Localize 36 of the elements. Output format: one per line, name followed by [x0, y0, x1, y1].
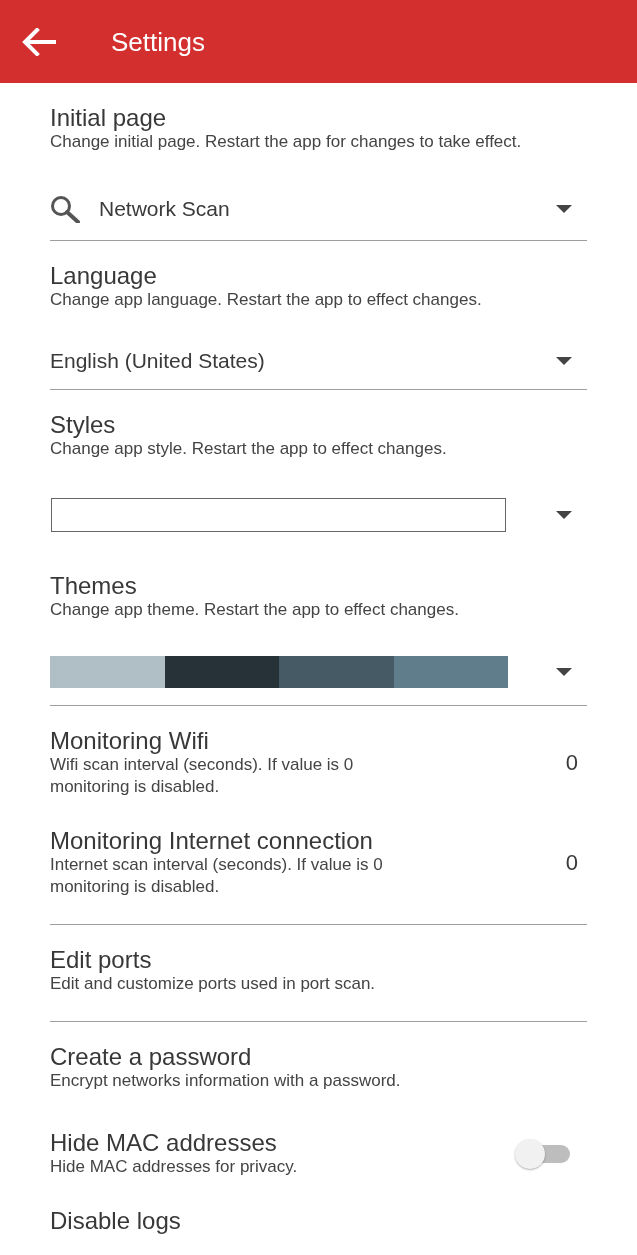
color-swatch[interactable] — [279, 656, 394, 688]
setting-title[interactable]: Themes — [50, 573, 587, 599]
back-arrow-icon[interactable] — [22, 27, 56, 56]
setting-title[interactable]: Initial page — [50, 105, 587, 131]
setting-title[interactable]: Language — [50, 263, 587, 289]
language-dropdown[interactable]: English (United States) — [50, 333, 587, 389]
caret-icon[interactable] — [556, 668, 572, 676]
caret-icon[interactable] — [556, 511, 572, 519]
screen-title: Settings — [111, 26, 205, 57]
setting-description: Change app theme. Restart the app to effect changes. — [50, 599, 460, 621]
color-swatch[interactable] — [393, 656, 508, 688]
setting-description: Change initial page. Restart the app for changes to take effect. — [50, 131, 523, 153]
setting-description: Wifi scan interval (seconds). If value is 0 monitoring is disabled. — [50, 754, 355, 798]
caret-icon[interactable] — [556, 357, 572, 365]
color-swatch[interactable] — [50, 656, 165, 688]
setting-title[interactable]: Monitoring Internet connection — [50, 828, 566, 854]
setting-title[interactable]: Edit ports — [50, 947, 587, 973]
caret-icon[interactable] — [556, 205, 572, 213]
page-dropdown[interactable]: Network Scan — [50, 178, 587, 240]
setting-description: Change app style. Restart the app to effect changes. — [50, 438, 448, 460]
setting-title[interactable]: Create a password — [50, 1044, 587, 1070]
setting-description: Change app language. Restart the app to effect changes. — [50, 289, 483, 311]
setting-description: Encrypt networks information with a password. — [50, 1070, 402, 1092]
setting-title[interactable]: Disable logs — [50, 1208, 587, 1234]
search-icon — [50, 195, 80, 223]
setting-description: Internet scan interval (seconds). If value is 0 monitoring is disabled. — [50, 854, 384, 898]
setting-title[interactable]: Styles — [50, 412, 587, 438]
setting-value: 0 — [565, 850, 579, 876]
setting-title[interactable]: Hide MAC addresses — [50, 1130, 514, 1156]
setting-description: Edit and customize ports used in port scan. — [50, 973, 377, 995]
setting-title[interactable]: Monitoring Wifi — [50, 728, 566, 754]
setting-value: 0 — [565, 750, 579, 776]
setting-description: Hide MAC addresses for privacy. — [50, 1156, 299, 1178]
empty-style-preview[interactable] — [51, 498, 506, 532]
toggle-switch[interactable] — [514, 1138, 570, 1170]
color-swatch[interactable] — [164, 656, 279, 688]
